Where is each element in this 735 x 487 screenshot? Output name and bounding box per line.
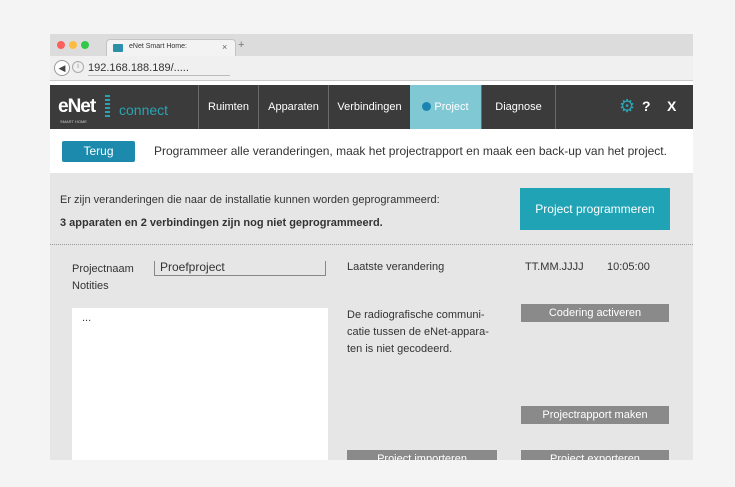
- nav-verbindingen[interactable]: Verbindingen: [328, 85, 410, 129]
- project-name-label: Projectnaam: [72, 263, 134, 275]
- import-project-button[interactable]: Project importeren: [347, 450, 497, 460]
- url-field[interactable]: 192.168.188.189/.....: [88, 62, 230, 76]
- nav-apparaten-label: Apparaten: [268, 101, 319, 113]
- program-project-button[interactable]: Project programmeren: [520, 188, 670, 230]
- logo-connect: connect: [119, 102, 169, 118]
- back-button[interactable]: Terug: [62, 141, 135, 162]
- create-report-button[interactable]: Projectrapport maken: [521, 406, 669, 424]
- radio-text-line-1: De radiografische communi-: [347, 309, 485, 321]
- browser-tab[interactable]: eNet Smart Home: ×: [106, 39, 236, 57]
- nav-diagnose-label: Diagnose: [495, 101, 542, 113]
- main-nav: eNet connect SMART HOME Ruimten Apparate…: [50, 85, 693, 129]
- last-change-time: 10:05:00: [607, 261, 650, 273]
- activate-encoding-button[interactable]: Codering activeren: [521, 304, 669, 322]
- tab-bar: eNet Smart Home: × +: [50, 34, 693, 57]
- section-divider: [50, 244, 693, 245]
- close-window-button[interactable]: [57, 41, 65, 49]
- nav-diagnose[interactable]: Diagnose: [481, 85, 555, 129]
- active-dot-icon: [422, 102, 432, 111]
- nav-divider: [555, 85, 556, 129]
- favicon-icon: [113, 44, 123, 52]
- info-icon[interactable]: i: [72, 61, 84, 73]
- logo-tagline: SMART HOME: [60, 119, 87, 124]
- address-bar: ◀ i 192.168.188.189/.....: [50, 56, 693, 81]
- notes-label: Notities: [72, 280, 109, 292]
- close-icon[interactable]: X: [667, 98, 676, 114]
- nav-project[interactable]: Project: [410, 85, 481, 129]
- nav-project-label: Project: [434, 101, 469, 113]
- tab-close-icon[interactable]: ×: [222, 42, 227, 52]
- new-tab-icon[interactable]: +: [238, 39, 244, 51]
- last-change-label: Laatste verandering: [347, 261, 445, 273]
- back-arrow-icon[interactable]: ◀: [54, 60, 70, 76]
- help-icon[interactable]: ?: [642, 98, 651, 114]
- nav-ruimten[interactable]: Ruimten: [198, 85, 258, 129]
- nav-verbindingen-label: Verbindingen: [337, 101, 402, 113]
- changes-message: Er zijn veranderingen die naar de instal…: [60, 194, 440, 206]
- radio-text-line-2: catie tussen de eNet-appara-: [347, 326, 489, 338]
- minimize-window-button[interactable]: [69, 41, 77, 49]
- enet-logo: eNet: [58, 96, 96, 117]
- notes-textarea[interactable]: ...: [72, 308, 328, 460]
- changes-summary: 3 apparaten en 2 verbindingen zijn nog n…: [60, 217, 383, 229]
- project-name-input[interactable]: Proefproject: [154, 261, 326, 276]
- instruction-text: Programmeer alle veranderingen, maak het…: [154, 144, 667, 158]
- logo-bars-icon: [105, 95, 110, 117]
- last-change-date: TT.MM.JJJJ: [525, 261, 584, 273]
- radio-text-line-3: ten is niet gecodeerd.: [347, 343, 453, 355]
- export-project-button[interactable]: Project exporteren: [521, 450, 669, 460]
- zoom-window-button[interactable]: [81, 41, 89, 49]
- browser-window: eNet Smart Home: × + ◀ i 192.168.188.189…: [50, 34, 693, 460]
- nav-ruimten-label: Ruimten: [208, 101, 249, 113]
- settings-gear-icon[interactable]: ⚙: [619, 96, 635, 117]
- tab-title: eNet Smart Home:: [129, 43, 187, 50]
- nav-apparaten[interactable]: Apparaten: [258, 85, 328, 129]
